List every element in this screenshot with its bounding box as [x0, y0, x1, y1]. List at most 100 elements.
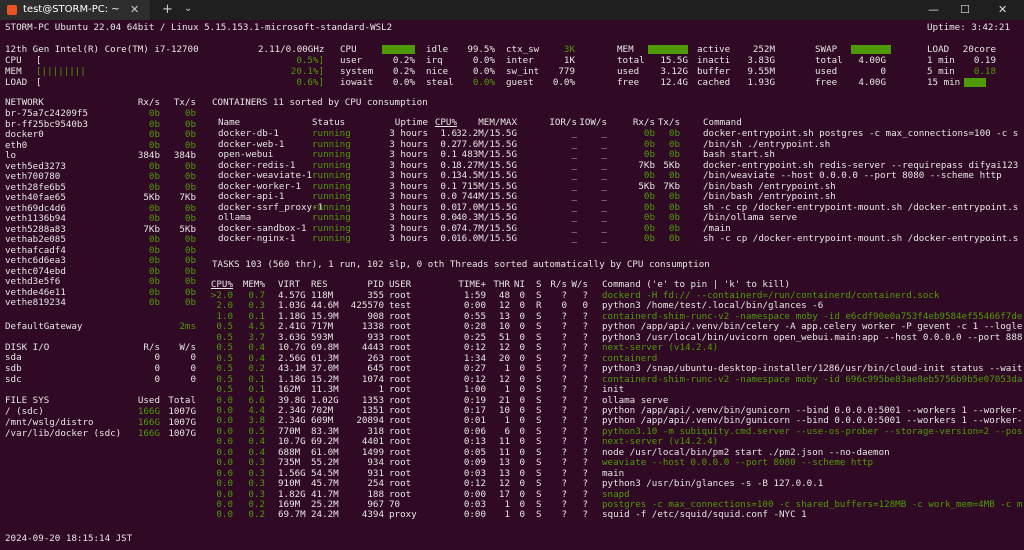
process-cell: ? — [582, 321, 588, 333]
quicklook-label: LOAD — [5, 77, 28, 88]
network-tx: 0b — [184, 244, 196, 256]
network-tx: 0b — [184, 118, 196, 130]
containers-header: Tx/s — [657, 117, 680, 128]
process-header: Command ('e' to pin | 'k' to kill) — [602, 279, 791, 290]
network-tx: 0b — [184, 160, 196, 172]
process-command: python /app/api/.venv/bin/celery -A app.… — [602, 321, 1023, 333]
process-cell: 0 — [582, 300, 588, 312]
stat-label: 15 min — [927, 77, 961, 88]
process-cell: ? — [582, 404, 588, 416]
network-tx: 0b — [184, 265, 196, 277]
stat-value: 20core — [962, 44, 996, 55]
process-cell: ? — [582, 457, 588, 469]
quicklook-bar: [ — [36, 55, 42, 66]
container-cell: /main — [703, 222, 731, 234]
process-cell: ? — [582, 446, 588, 458]
process-cell: ? — [582, 363, 588, 375]
container-cell: 0b — [668, 170, 680, 181]
stat-value: 0.18 — [973, 66, 996, 77]
stat-value: 3K — [563, 44, 575, 55]
container-cell: /bin/bash /entrypoint.sh — [703, 180, 836, 192]
process-command: ollama serve — [602, 394, 669, 406]
network-tx: 0b — [184, 234, 196, 245]
minimize-icon[interactable]: — — [928, 3, 939, 16]
quicklook-label: MEM — [5, 66, 22, 77]
tab-close-icon[interactable]: ✕ — [130, 3, 139, 16]
process-command: containerd — [602, 352, 658, 364]
tab-title: test@STORM-PC: ~ — [23, 4, 120, 15]
process-cell: ? — [582, 394, 588, 406]
process-header: W/s — [571, 279, 588, 290]
process-command: containerd-shim-runc-v2 -namespace moby … — [602, 310, 1023, 322]
uptime: Uptime: 3:42:21 — [927, 22, 1010, 33]
container-cell: /bin/sh ./entrypoint.sh — [703, 138, 831, 150]
tasks-summary: TASKS 103 (560 thr), 1 run, 102 slp, 0 o… — [212, 259, 710, 270]
process-cell: ? — [582, 310, 588, 322]
terminal-tab[interactable]: test@STORM-PC: ~ ✕ — [0, 0, 150, 20]
network-tx: 0b — [184, 255, 196, 266]
containers-title: CONTAINERS 11 sorted by CPU consumption — [212, 97, 428, 108]
process-command: python3 /usr/local/bin/uvicorn open_webu… — [602, 331, 1023, 343]
process-cell: ? — [582, 509, 588, 521]
container-cell: 0b — [668, 128, 680, 139]
system-info: STORM-PC Ubuntu 22.04 64bit / Linux 5.15… — [5, 22, 393, 33]
container-cell: 7Kb — [663, 180, 680, 192]
process-cell: ? — [582, 415, 588, 427]
container-cell: /bin/bash /entrypoint.sh — [703, 191, 836, 202]
process-cell: ? — [582, 436, 588, 448]
tab-dropdown-icon[interactable]: ⌄ — [184, 3, 192, 14]
process-cell: ? — [582, 342, 588, 354]
container-cell: 0b — [668, 201, 680, 213]
process-cell: ? — [582, 331, 588, 343]
process-command: node /usr/local/bin/pm2 start ./pm2.json… — [602, 446, 890, 458]
container-cell: docker-entrypoint.sh redis-server --requ… — [703, 159, 1019, 171]
process-command: python3.10 -m subiquity.cmd.server --use… — [602, 425, 1023, 437]
network-tx: 5Kb — [179, 223, 196, 235]
maximize-icon[interactable]: ☐ — [960, 3, 970, 16]
container-cell: 0b — [668, 138, 680, 150]
new-tab-icon[interactable]: + — [162, 2, 173, 17]
network-tx: 0b — [184, 171, 196, 182]
containers-header: Command — [703, 117, 742, 128]
window-titlebar: test@STORM-PC: ~ ✕ + ⌄ — ☐ ✕ — [0, 0, 1024, 20]
load-15min-bar — [964, 78, 986, 87]
process-command: init — [602, 384, 625, 396]
process-cell: ? — [582, 290, 588, 301]
window-close-icon[interactable]: ✕ — [998, 3, 1007, 16]
network-tx: 0b — [184, 108, 196, 119]
container-cell: 0b — [668, 149, 680, 160]
container-cell: 0b — [668, 212, 680, 223]
process-command: snapd — [602, 488, 630, 500]
network-tx: 0b — [184, 129, 196, 140]
process-command: next-server (v14.2.4) — [602, 436, 719, 448]
process-command: containerd-shim-runc-v2 -namespace moby … — [602, 373, 1023, 385]
terminal-app-icon — [7, 5, 17, 15]
process-cell: ? — [582, 467, 588, 479]
process-command: postgres -c max_connections=100 -c share… — [602, 499, 1023, 510]
quicklook-label: CPU — [5, 55, 22, 66]
process-cell: ? — [582, 384, 588, 396]
cpu-model: 12th Gen Intel(R) Core(TM) i7-12700 — [5, 44, 199, 55]
process-command: python3 /usr/bin/glances -s -B 127.0.0.1 — [602, 478, 824, 490]
container-cell: /bin/ollama serve — [703, 212, 798, 223]
container-cell: sh -c cp /docker-entrypoint-mount.sh /do… — [703, 201, 1019, 213]
process-command: dockerd -H fd:// --containerd=/run/conta… — [602, 290, 940, 301]
network-tx: 0b — [184, 202, 196, 214]
container-cell: 0b — [668, 191, 680, 202]
network-tx: 384b — [173, 150, 196, 161]
stat-value: 4.00G — [858, 77, 886, 88]
network-tx: 0b — [184, 139, 196, 151]
container-cell: /bin/weaviate --host 0.0.0.0 --port 8080… — [703, 170, 1002, 181]
process-command: squid -f /etc/squid/squid.conf -NYC 1 — [602, 509, 807, 521]
process-command: python /app/api/.venv/bin/gunicorn --bin… — [602, 404, 1023, 416]
quicklook-bar: [ — [36, 77, 42, 88]
container-cell: bash start.sh — [703, 149, 775, 160]
process-cell: ? — [582, 373, 588, 385]
quicklook-bar: [|||||||| — [36, 66, 86, 77]
process-cell: ? — [582, 478, 588, 490]
process-cell: ? — [582, 425, 588, 437]
process-command: python3 /snap/ubuntu-desktop-installer/1… — [602, 363, 1023, 375]
process-cell: ? — [582, 352, 588, 364]
process-command: python3 /home/test/.local/bin/glances -6 — [602, 300, 824, 312]
network-tx: 0b — [184, 213, 196, 224]
